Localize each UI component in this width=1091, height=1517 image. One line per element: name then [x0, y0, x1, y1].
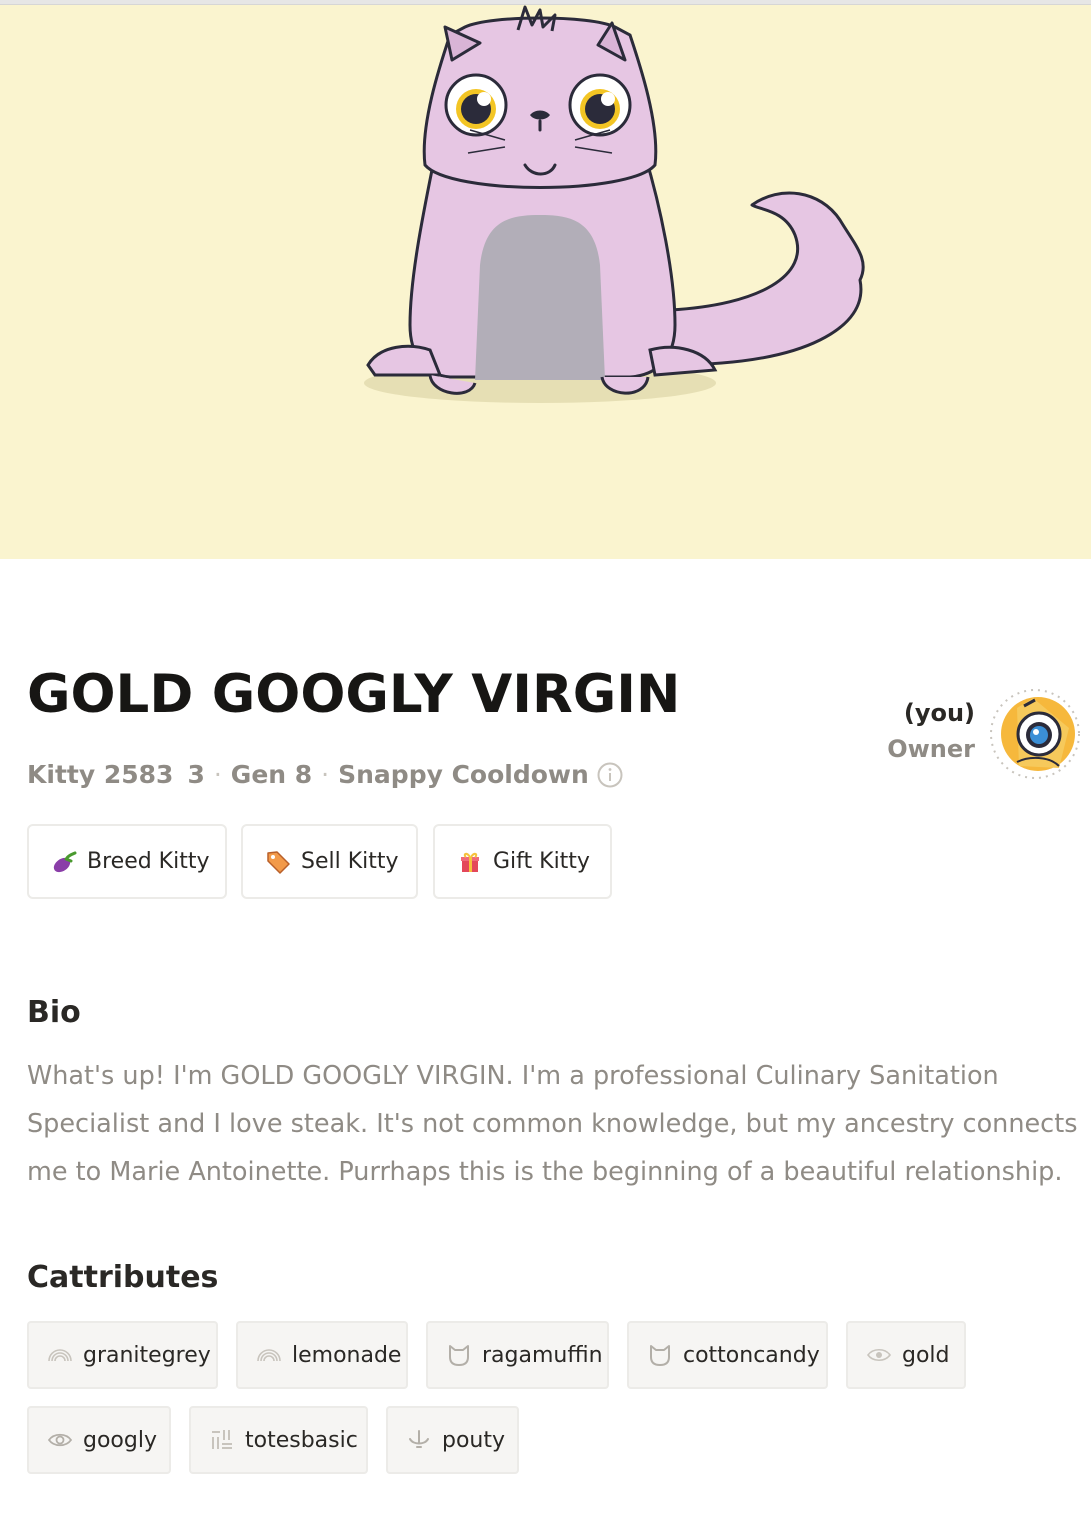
- sell-kitty-label: Sell Kitty: [301, 849, 399, 874]
- breed-kitty-label: Breed Kitty: [87, 849, 210, 874]
- rainbow-icon: [48, 1349, 72, 1362]
- info-icon[interactable]: [597, 762, 623, 788]
- kitty-image-banner: [0, 5, 1091, 559]
- cattribute-label: lemonade: [292, 1342, 402, 1368]
- gift-icon: [461, 852, 479, 872]
- eggplant-icon: [53, 851, 77, 872]
- gift-kitty-button[interactable]: Gift Kitty: [433, 824, 612, 899]
- price-tag-icon: [267, 850, 290, 874]
- cattribute-label: cottoncandy: [683, 1342, 820, 1368]
- kitty-id: Kitty 2583: [27, 760, 174, 789]
- cattribute-tag[interactable]: cottoncandy: [627, 1321, 828, 1389]
- mouth-icon: [409, 1430, 429, 1448]
- owner-you-label: (you): [903, 699, 975, 727]
- cattribute-label: googly: [83, 1427, 157, 1453]
- gift-kitty-label: Gift Kitty: [493, 849, 590, 874]
- eye-icon: [47, 1433, 73, 1447]
- breed-kitty-button[interactable]: Breed Kitty: [27, 824, 227, 899]
- cat-head-icon: [650, 1345, 670, 1366]
- cattribute-tag[interactable]: ragamuffin: [426, 1321, 609, 1389]
- kitty-illustration: [364, 5, 865, 403]
- cattribute-label: ragamuffin: [482, 1342, 603, 1368]
- cattribute-label: totesbasic: [245, 1427, 358, 1453]
- rainbow-icon: [257, 1349, 281, 1362]
- cattribute-label: granitegrey: [83, 1342, 211, 1368]
- kitty-cooldown: Snappy Cooldown: [338, 760, 589, 789]
- kitty-id-suffix: 3: [187, 760, 205, 789]
- bio-text: What's up! I'm GOLD GOOGLY VIRGIN. I'm a…: [27, 1061, 1078, 1187]
- pattern-icon: [212, 1430, 232, 1449]
- owner-label: Owner: [887, 735, 975, 763]
- cattributes-heading: Cattributes: [27, 1260, 219, 1295]
- eye-icon: [867, 1348, 891, 1362]
- cattribute-tag[interactable]: pouty: [386, 1406, 519, 1474]
- kitty-generation: Gen 8: [230, 760, 313, 789]
- cattribute-tag[interactable]: lemonade: [236, 1321, 408, 1389]
- cattribute-tag[interactable]: gold: [846, 1321, 966, 1389]
- owner-avatar[interactable]: [989, 688, 1081, 780]
- cattribute-label: gold: [902, 1342, 950, 1368]
- kitty-meta: Kitty 2583 3 · Gen 8 · Snappy Cooldown: [27, 760, 623, 789]
- owner-info[interactable]: (you) Owner: [887, 697, 975, 769]
- cattribute-tag[interactable]: granitegrey: [27, 1321, 218, 1389]
- cat-head-icon: [449, 1345, 469, 1366]
- cattribute-tag[interactable]: totesbasic: [189, 1406, 368, 1474]
- kitty-name: GOLD GOOGLY VIRGIN: [27, 664, 681, 725]
- cattribute-label: pouty: [442, 1427, 506, 1453]
- cattribute-tag[interactable]: googly: [27, 1406, 171, 1474]
- bio-heading: Bio: [27, 995, 81, 1030]
- sell-kitty-button[interactable]: Sell Kitty: [241, 824, 418, 899]
